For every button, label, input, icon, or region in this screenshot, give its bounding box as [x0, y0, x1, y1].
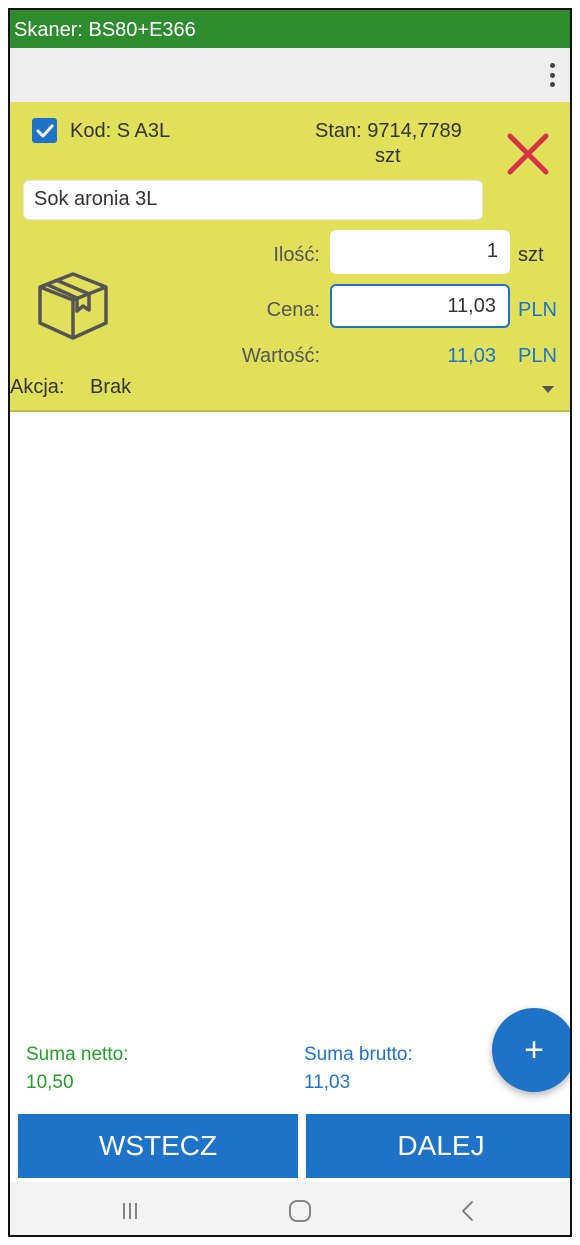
title-bar: Skaner: BS80+E366 — [10, 10, 570, 48]
add-item-button[interactable]: + — [492, 1008, 570, 1092]
stock-label: Stan: — [315, 120, 362, 142]
item-name-field[interactable]: Sok aronia 3L — [23, 180, 483, 220]
close-icon[interactable] — [504, 130, 552, 178]
next-button[interactable]: DALEJ — [306, 1114, 570, 1178]
price-unit: PLN — [518, 299, 557, 321]
action-select[interactable]: Brak — [90, 376, 131, 399]
value-label: Wartość: — [241, 345, 320, 367]
home-icon[interactable] — [260, 1182, 340, 1235]
price-label: Cena: — [266, 299, 320, 321]
sum-netto-value: 10,50 — [26, 1072, 74, 1093]
stock-value: 9714,7789 — [367, 120, 462, 142]
checkbox-checked-icon[interactable] — [32, 118, 57, 143]
value-amount: 11,03 — [447, 345, 496, 367]
more-vert-icon[interactable] — [542, 60, 562, 90]
stock-info: Stan: 9714,7789 szt — [315, 120, 495, 168]
package-box-icon — [28, 260, 118, 350]
back-icon[interactable] — [428, 1182, 508, 1235]
value-unit: PLN — [518, 345, 557, 367]
action-label: Akcja: — [10, 376, 65, 398]
toolbar — [10, 48, 570, 102]
recent-apps-icon[interactable] — [90, 1182, 170, 1235]
app-title: Skaner: BS80+E366 — [14, 19, 196, 41]
chevron-down-icon[interactable] — [542, 386, 554, 393]
item-code: Kod: S A3L — [70, 120, 171, 142]
item-card: Kod: S A3L Stan: 9714,7789 szt Sok aroni… — [10, 102, 570, 412]
quantity-label: Ilość: — [273, 244, 320, 266]
quantity-field[interactable]: 1 — [330, 230, 510, 274]
back-button[interactable]: WSTECZ — [18, 1114, 298, 1178]
system-nav-bar — [10, 1182, 570, 1235]
quantity-unit: szt — [518, 244, 544, 266]
app-screen: Skaner: BS80+E366 Kod: S A3L Stan: 9714,… — [8, 8, 572, 1237]
sum-brutto-value: 11,03 — [304, 1072, 351, 1093]
price-field[interactable]: 11,03 — [330, 284, 510, 328]
stock-unit: szt — [375, 145, 401, 167]
sum-brutto-label: Suma brutto: — [304, 1044, 413, 1065]
sum-netto-label: Suma netto: — [26, 1044, 129, 1065]
